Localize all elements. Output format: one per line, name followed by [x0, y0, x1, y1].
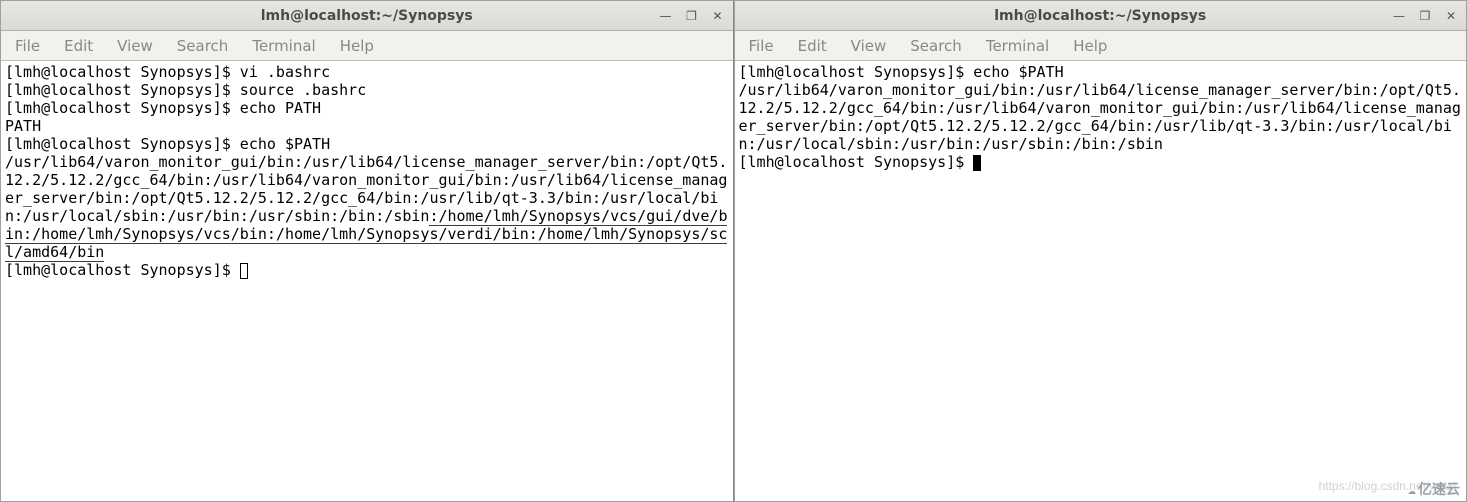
watermark-logo: ☁ 亿速云	[1408, 481, 1460, 499]
menu-terminal[interactable]: Terminal	[976, 35, 1059, 57]
cursor-icon	[240, 263, 248, 279]
menu-file[interactable]: File	[5, 35, 50, 57]
terminal-line: [lmh@localhost Synopsys]$ echo PATH	[5, 99, 321, 117]
terminal-window-right: lmh@localhost:~/Synopsys — ❐ ✕ File Edit…	[734, 0, 1467, 502]
logo-text: 亿速云	[1418, 481, 1460, 499]
menu-help[interactable]: Help	[1063, 35, 1117, 57]
menubar-right: File Edit View Search Terminal Help	[735, 31, 1467, 61]
window-title: lmh@localhost:~/Synopsys	[261, 8, 473, 24]
minimize-button[interactable]: —	[1390, 7, 1408, 25]
menu-help[interactable]: Help	[330, 35, 384, 57]
terminal-prompt: [lmh@localhost Synopsys]$	[5, 261, 240, 279]
terminal-line: [lmh@localhost Synopsys]$ vi .bashrc	[5, 63, 330, 81]
maximize-button[interactable]: ❐	[1416, 7, 1434, 25]
menu-search[interactable]: Search	[167, 35, 239, 57]
menu-view[interactable]: View	[841, 35, 897, 57]
menu-terminal[interactable]: Terminal	[242, 35, 325, 57]
terminal-left[interactable]: [lmh@localhost Synopsys]$ vi .bashrc [lm…	[1, 61, 733, 501]
menu-view[interactable]: View	[107, 35, 163, 57]
cursor-icon	[973, 155, 981, 171]
terminal-prompt: [lmh@localhost Synopsys]$	[739, 153, 974, 171]
menu-search[interactable]: Search	[900, 35, 972, 57]
terminal-line: PATH	[5, 117, 41, 135]
menubar-left: File Edit View Search Terminal Help	[1, 31, 733, 61]
titlebar-right[interactable]: lmh@localhost:~/Synopsys — ❐ ✕	[735, 1, 1467, 31]
cloud-icon: ☁	[1408, 481, 1416, 499]
terminal-line: [lmh@localhost Synopsys]$ echo $PATH	[739, 63, 1064, 81]
terminal-window-left: lmh@localhost:~/Synopsys — ❐ ✕ File Edit…	[0, 0, 734, 502]
window-title: lmh@localhost:~/Synopsys	[994, 8, 1206, 24]
menu-file[interactable]: File	[739, 35, 784, 57]
menu-edit[interactable]: Edit	[54, 35, 103, 57]
menu-edit[interactable]: Edit	[788, 35, 837, 57]
terminal-line: [lmh@localhost Synopsys]$ source .bashrc	[5, 81, 366, 99]
close-button[interactable]: ✕	[1442, 7, 1460, 25]
path-output: /usr/lib64/varon_monitor_gui/bin:/usr/li…	[739, 81, 1461, 153]
close-button[interactable]: ✕	[709, 7, 727, 25]
minimize-button[interactable]: —	[657, 7, 675, 25]
titlebar-left[interactable]: lmh@localhost:~/Synopsys — ❐ ✕	[1, 1, 733, 31]
title-controls: — ❐ ✕	[657, 7, 727, 25]
terminal-right[interactable]: [lmh@localhost Synopsys]$ echo $PATH /us…	[735, 61, 1467, 501]
title-controls: — ❐ ✕	[1390, 7, 1460, 25]
maximize-button[interactable]: ❐	[683, 7, 701, 25]
terminal-line: [lmh@localhost Synopsys]$ echo $PATH	[5, 135, 330, 153]
